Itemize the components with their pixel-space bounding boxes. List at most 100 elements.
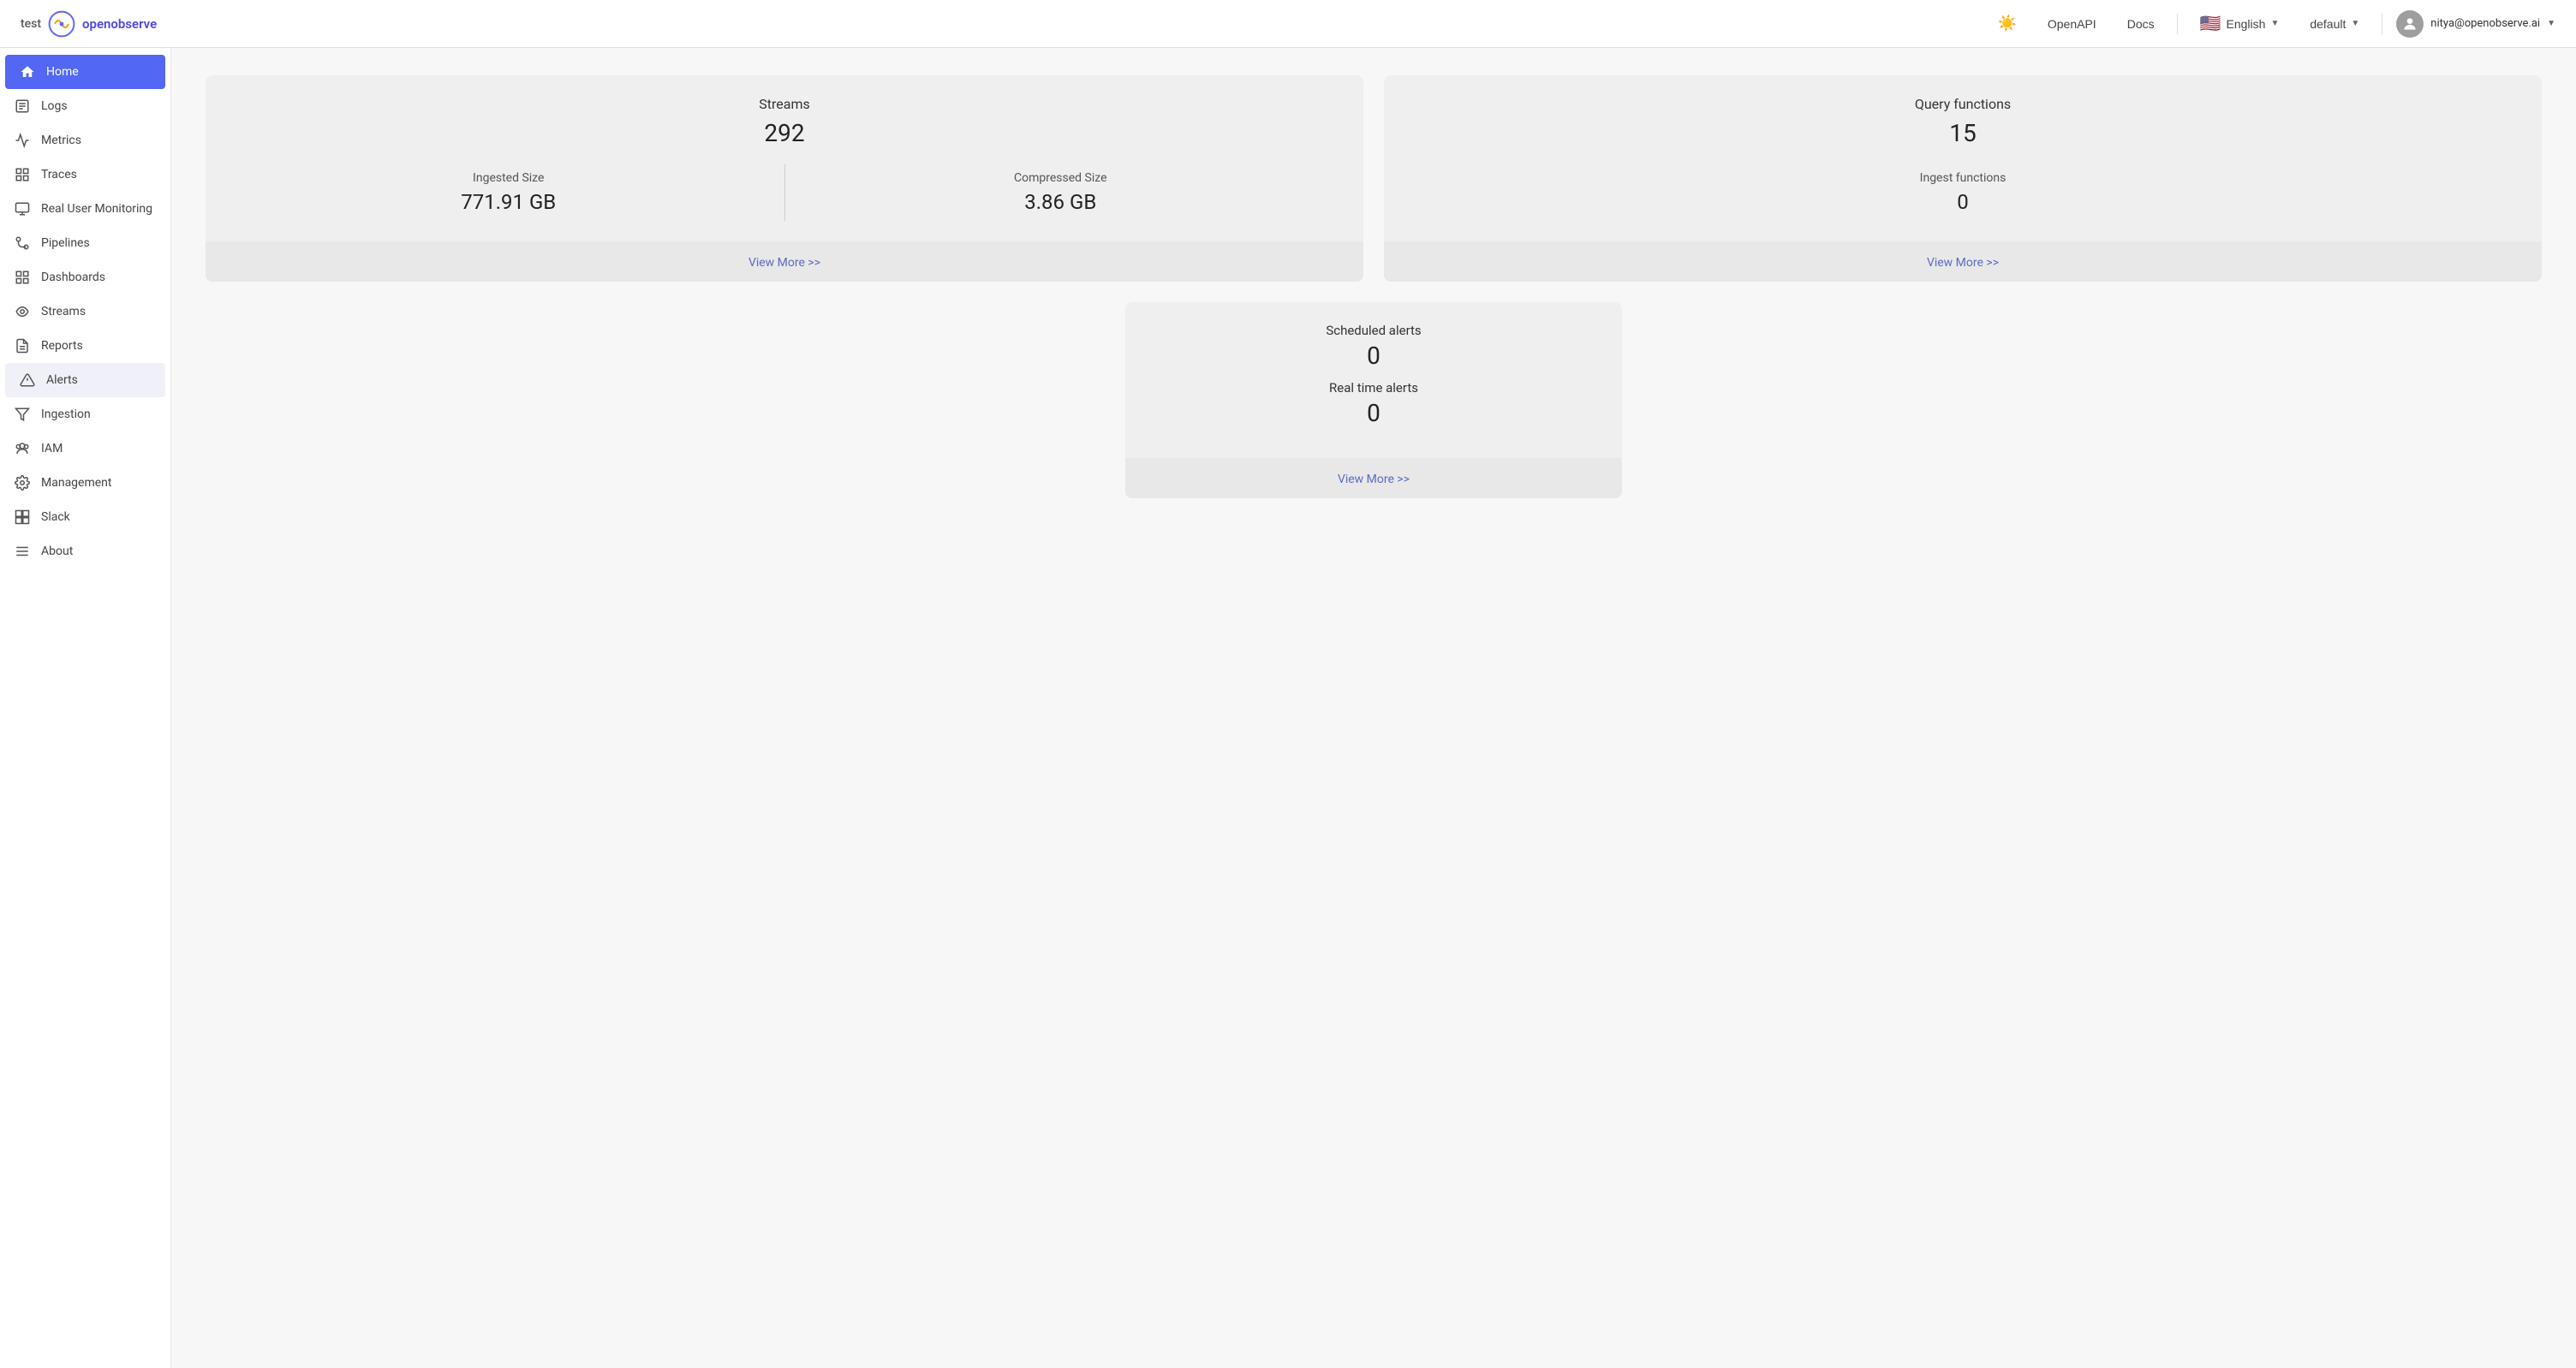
user-menu[interactable]: nitya@openobserve.ai ▼ — [2396, 10, 2555, 38]
sidebar-item-streams[interactable]: Streams — [0, 294, 170, 329]
metrics-icon — [14, 132, 31, 149]
ingest-value: 0 — [1425, 190, 2501, 214]
sidebar-item-ingestion[interactable]: Ingestion — [0, 397, 170, 431]
chevron-down-icon: ▼ — [2351, 19, 2359, 28]
pipelines-icon — [14, 235, 31, 252]
query-count: 15 — [1411, 119, 2514, 147]
sidebar-item-label: Dashboards — [41, 271, 105, 284]
realtime-alerts-row: Real time alerts 0 — [1153, 380, 1595, 427]
language-selector[interactable]: 🇺🇸 English ▼ — [2191, 8, 2288, 39]
sidebar-item-logs[interactable]: Logs — [0, 89, 170, 123]
sidebar: Home Logs Metrics Traces Real User Monit — [0, 48, 171, 1368]
streams-card-body: Streams 292 Ingested Size 771.91 GB Comp… — [206, 75, 1363, 241]
streams-card-title: Streams — [233, 96, 1336, 112]
user-email: nitya@openobserve.ai — [2430, 17, 2540, 30]
sidebar-item-alerts[interactable]: Alerts — [5, 363, 165, 397]
sidebar-item-label: Ingestion — [41, 407, 91, 421]
alerts-icon — [19, 372, 36, 389]
sidebar-item-home[interactable]: Home — [5, 55, 165, 89]
sidebar-item-metrics[interactable]: Metrics — [0, 123, 170, 158]
alerts-card-wrapper: Scheduled alerts 0 Real time alerts 0 Vi… — [1125, 302, 1622, 498]
sidebar-item-traces[interactable]: Traces — [0, 158, 170, 192]
sidebar-item-label: Metrics — [41, 134, 81, 147]
org-label: default — [2310, 17, 2346, 31]
realtime-alerts-value: 0 — [1153, 399, 1595, 427]
ingest-functions-stat: Ingest functions 0 — [1411, 164, 2514, 221]
org-selector[interactable]: default ▼ — [2301, 12, 2368, 36]
compressed-size-label: Compressed Size — [799, 171, 1323, 185]
docs-button[interactable]: Docs — [2119, 12, 2163, 36]
home-icon — [19, 63, 36, 80]
sidebar-item-pipelines[interactable]: Pipelines — [0, 226, 170, 260]
chevron-down-icon: ▼ — [2547, 19, 2555, 28]
ingested-size-value: 771.91 GB — [247, 190, 771, 214]
query-card-footer: View More >> — [1384, 241, 2542, 282]
scheduled-alerts-row: Scheduled alerts 0 — [1153, 323, 1595, 370]
docs-label: Docs — [2127, 17, 2155, 31]
scheduled-alerts-value: 0 — [1153, 342, 1595, 370]
streams-icon — [14, 303, 31, 320]
alerts-card-footer: View More >> — [1125, 458, 1622, 498]
sidebar-item-rum[interactable]: Real User Monitoring — [0, 192, 170, 226]
org-test-label: test — [21, 17, 41, 31]
reports-icon — [14, 337, 31, 354]
language-label: English — [2227, 17, 2266, 31]
scheduled-alerts-title: Scheduled alerts — [1153, 323, 1595, 338]
sidebar-item-label: Home — [46, 65, 79, 79]
traces-icon — [14, 166, 31, 183]
query-view-more-link[interactable]: View More >> — [1927, 256, 1999, 270]
sidebar-item-dashboards[interactable]: Dashboards — [0, 260, 170, 294]
dashboards-icon — [14, 269, 31, 286]
compressed-size-stat: Compressed Size 3.86 GB — [784, 164, 1337, 221]
iam-icon — [14, 440, 31, 457]
compressed-size-value: 3.86 GB — [799, 190, 1323, 214]
streams-count: 292 — [233, 119, 1336, 147]
logs-icon — [14, 98, 31, 115]
sidebar-item-label: Pipelines — [41, 236, 90, 250]
app-logo — [48, 10, 75, 38]
alerts-card: Scheduled alerts 0 Real time alerts 0 Vi… — [1125, 302, 1622, 498]
theme-icon: ☀️ — [1997, 15, 2016, 33]
sidebar-item-label: Management — [41, 476, 111, 490]
cards-top-row: Streams 292 Ingested Size 771.91 GB Comp… — [206, 75, 2542, 282]
main-content: Streams 292 Ingested Size 771.91 GB Comp… — [171, 48, 2576, 1368]
management-icon — [14, 474, 31, 491]
streams-view-more-link[interactable]: View More >> — [748, 256, 820, 270]
chevron-down-icon: ▼ — [2270, 19, 2279, 28]
cards-bottom-row: Scheduled alerts 0 Real time alerts 0 Vi… — [206, 302, 2542, 498]
sidebar-item-about[interactable]: About — [0, 534, 170, 568]
brand: test openobserve — [21, 10, 157, 38]
ingest-label: Ingest functions — [1425, 171, 2501, 185]
alerts-view-more-link[interactable]: View More >> — [1338, 473, 1410, 486]
streams-stats: Ingested Size 771.91 GB Compressed Size … — [233, 164, 1336, 221]
slack-icon — [14, 509, 31, 526]
avatar — [2396, 10, 2424, 38]
sidebar-item-label: Slack — [41, 510, 70, 524]
query-card-body: Query functions 15 Ingest functions 0 — [1384, 75, 2542, 241]
openapi-button[interactable]: OpenAPI — [2039, 12, 2105, 36]
streams-card-footer: View More >> — [206, 241, 1363, 282]
sidebar-item-label: Alerts — [46, 373, 78, 387]
alerts-card-body: Scheduled alerts 0 Real time alerts 0 — [1125, 302, 1622, 458]
sidebar-item-management[interactable]: Management — [0, 466, 170, 500]
sidebar-item-label: IAM — [41, 442, 63, 455]
theme-toggle-button[interactable]: ☀️ — [1989, 9, 2024, 38]
sidebar-item-slack[interactable]: Slack — [0, 500, 170, 534]
openapi-label: OpenAPI — [2048, 17, 2096, 31]
realtime-alerts-label: Real time alerts — [1153, 380, 1595, 396]
sidebar-item-label: Traces — [41, 168, 77, 181]
sidebar-item-reports[interactable]: Reports — [0, 329, 170, 363]
sidebar-item-label: About — [41, 544, 73, 558]
sidebar-item-label: Logs — [41, 99, 68, 113]
query-card: Query functions 15 Ingest functions 0 Vi… — [1384, 75, 2542, 282]
query-card-title: Query functions — [1411, 96, 2514, 112]
app-header: test openobserve ☀️ OpenAPI Docs 🇺🇸 Engl… — [0, 0, 2576, 48]
sidebar-item-label: Reports — [41, 339, 83, 353]
app-name: openobserve — [82, 16, 157, 32]
sidebar-item-label: Streams — [41, 305, 86, 318]
header-divider — [2177, 14, 2178, 34]
ingested-size-stat: Ingested Size 771.91 GB — [233, 164, 784, 221]
sidebar-item-iam[interactable]: IAM — [0, 431, 170, 466]
streams-card: Streams 292 Ingested Size 771.91 GB Comp… — [206, 75, 1363, 282]
sidebar-item-label: Real User Monitoring — [41, 202, 152, 216]
